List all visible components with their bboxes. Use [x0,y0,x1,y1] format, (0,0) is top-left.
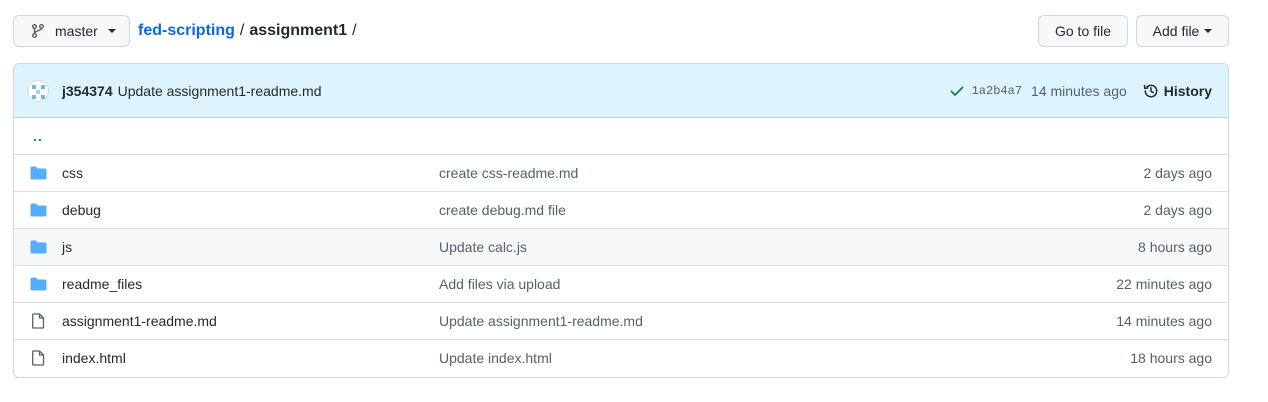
commit-time: 14 minutes ago [1031,83,1127,99]
git-branch-icon [30,23,46,39]
file-commit-message[interactable]: Add files via upload [439,276,560,292]
add-file-button[interactable]: Add file [1136,15,1229,47]
breadcrumb-current-folder: assignment1 [249,22,348,39]
file-commit-message[interactable]: Update index.html [439,350,552,366]
breadcrumb: fed-scripting / assignment1 / [138,20,362,42]
commit-meta: 1a2b4a7 14 minutes ago History [949,64,1212,118]
file-name[interactable]: index.html [62,350,126,366]
file-row-js[interactable]: js Update calc.js 8 hours ago [14,228,1228,265]
file-name[interactable]: debug [62,202,101,218]
file-commit-message[interactable]: Update assignment1-readme.md [439,313,643,329]
branch-name: master [55,23,98,39]
breadcrumb-repo-link[interactable]: fed-scripting [138,20,235,42]
file-row-index-html[interactable]: index.html Update index.html 18 hours ag… [14,339,1228,376]
commit-author[interactable]: j354374 [62,83,113,99]
latest-commit-bar: j354374 Update assignment1-readme.md 1a2… [14,64,1228,118]
chevron-down-icon [107,29,116,33]
avatar[interactable] [27,79,49,102]
file-age: 2 days ago [1143,202,1213,218]
parent-directory-link[interactable]: .. [33,128,43,144]
file-commit-message[interactable]: create debug.md file [439,202,566,218]
folder-icon [30,239,47,255]
file-name[interactable]: readme_files [62,276,142,292]
add-file-label: Add file [1152,23,1200,39]
file-name[interactable]: css [62,165,83,181]
breadcrumb-trailing-separator: / [352,22,357,39]
file-row-readme-files[interactable]: readme_files Add files via upload 22 min… [14,265,1228,302]
file-age: 22 minutes ago [1116,276,1212,292]
file-age: 2 days ago [1143,165,1213,181]
branch-select-button[interactable]: master [13,15,130,47]
history-icon [1143,83,1159,99]
history-label: History [1163,83,1212,99]
file-age: 8 hours ago [1138,239,1212,255]
top-navigation: master fed-scripting / assignment1 / Go … [0,0,1268,62]
parent-directory-row[interactable]: .. [14,118,1228,154]
file-row-debug[interactable]: debug create debug.md file 2 days ago [14,191,1228,228]
file-age: 18 hours ago [1130,350,1212,366]
file-row-css[interactable]: css create css-readme.md 2 days ago [14,154,1228,191]
file-icon [30,350,47,366]
commit-sha[interactable]: 1a2b4a7 [972,84,1022,98]
file-commit-message[interactable]: Update calc.js [439,239,527,255]
folder-icon [30,202,47,218]
file-age: 14 minutes ago [1116,313,1212,329]
chevron-down-icon [1204,29,1213,33]
history-link[interactable]: History [1143,83,1212,99]
file-icon [30,313,47,329]
file-name[interactable]: js [62,239,72,255]
check-icon[interactable] [949,83,965,99]
file-row-assignment1-readme[interactable]: assignment1-readme.md Update assignment1… [14,302,1228,339]
commit-message[interactable]: Update assignment1-readme.md [118,83,322,99]
breadcrumb-separator: / [239,22,245,39]
file-commit-message[interactable]: create css-readme.md [439,165,578,181]
folder-icon [30,276,47,292]
file-name[interactable]: assignment1-readme.md [62,313,217,329]
folder-icon [30,165,47,181]
go-to-file-button[interactable]: Go to file [1038,15,1128,47]
file-browser: j354374 Update assignment1-readme.md 1a2… [13,63,1229,378]
